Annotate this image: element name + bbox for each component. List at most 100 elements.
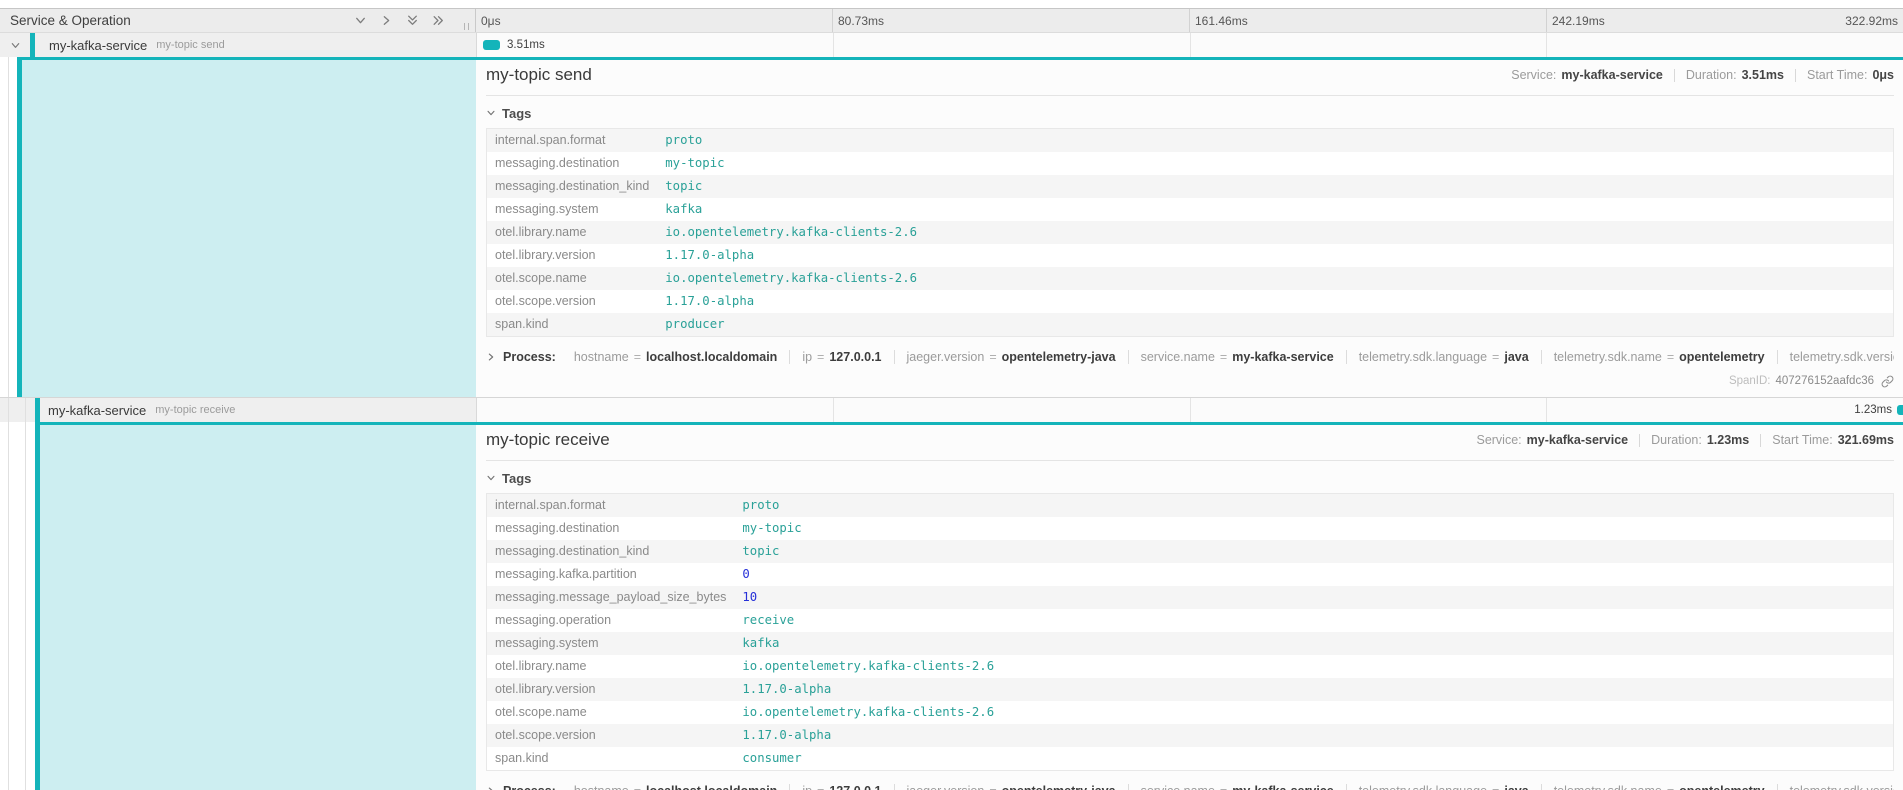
process-kv: service.name=my-kafka-service (1128, 784, 1346, 790)
start-time-label: Start Time: (1807, 68, 1867, 82)
span-timeline-cell[interactable]: 1.23ms (476, 398, 1903, 422)
equals-sign: = (1220, 784, 1227, 790)
deep-link-button[interactable] (1881, 375, 1894, 388)
tag-value: my-topic (734, 517, 1893, 540)
tag-key: messaging.destination (487, 517, 735, 540)
detail-title: my-topic send (486, 63, 592, 87)
tags-section-toggle[interactable]: Tags (486, 469, 531, 487)
span-underline (35, 422, 1903, 425)
service-name: my-kafka-service (48, 403, 146, 418)
equals-sign: = (634, 350, 641, 364)
service-value: my-kafka-service (1561, 68, 1662, 82)
start-time-value: 0μs (1872, 68, 1894, 82)
chevron-right-icon (486, 786, 496, 790)
collapse-all-button[interactable] (406, 14, 419, 27)
tag-key: messaging.kafka.partition (487, 563, 735, 586)
service-operation-header: Service & Operation (0, 9, 476, 32)
process-section-toggle[interactable]: Process: hostname=localhost.localdomain … (486, 349, 1894, 365)
detail-title: my-topic receive (486, 428, 610, 452)
operation-name: my-topic receive (155, 404, 235, 416)
column-resizer-handle[interactable] (464, 23, 469, 30)
start-time-label: Start Time: (1772, 433, 1832, 447)
process-value: my-kafka-service (1232, 350, 1333, 364)
process-key: service.name (1141, 784, 1215, 790)
span-bar[interactable] (1897, 405, 1903, 415)
process-key: ip (802, 784, 812, 790)
expand-all-button[interactable] (432, 14, 445, 27)
process-section-toggle[interactable]: Process: hostname=localhost.localdomain … (486, 783, 1894, 790)
process-value: 127.0.0.1 (829, 784, 881, 790)
tick-label: 80.73ms (832, 9, 1189, 32)
chevron-down-icon (486, 108, 496, 118)
span-name-cell[interactable]: my-kafka-service my-topic receive (0, 398, 476, 422)
detail-header: my-topic send Service: my-kafka-service … (486, 63, 1894, 96)
tag-row: internal.span.format proto (487, 129, 1894, 153)
tag-row: otel.library.version 1.17.0-alpha (487, 678, 1894, 701)
process-value: opentelemetry-java (1002, 784, 1116, 790)
indent-guide (17, 398, 35, 422)
tag-key: otel.library.name (487, 655, 735, 678)
tag-value: 1.17.0-alpha (657, 290, 1893, 313)
tag-row: messaging.destination_kind topic (487, 540, 1894, 563)
tags-table: internal.span.format proto messaging.des… (486, 493, 1894, 771)
tags-section-label: Tags (502, 471, 531, 486)
tag-row: messaging.system kafka (487, 632, 1894, 655)
process-key: hostname (574, 784, 629, 790)
process-key: ip (802, 350, 812, 364)
span-bar[interactable] (483, 40, 500, 50)
span-row-send[interactable]: my-kafka-service my-topic send 3.51ms (0, 33, 1903, 57)
detail-header: my-topic receive Service: my-kafka-servi… (486, 428, 1894, 461)
expand-one-button[interactable] (380, 14, 393, 27)
tag-value: topic (657, 175, 1893, 198)
tag-value: io.opentelemetry.kafka-clients-2.6 (734, 655, 1893, 678)
span-name-cell[interactable]: my-kafka-service my-topic send (0, 33, 476, 57)
process-kv: telemetry.sdk.name=opentelemetry (1541, 350, 1777, 364)
tick-label: 0μs (476, 9, 832, 32)
tags-section-label: Tags (502, 106, 531, 121)
tag-value: proto (734, 494, 1893, 518)
span-id-row: SpanID: 407276152aafdc36 (486, 373, 1894, 389)
tag-key: internal.span.format (487, 129, 658, 153)
operation-name: my-topic send (156, 39, 224, 51)
span-color-filler (40, 422, 476, 790)
span-row-receive[interactable]: my-kafka-service my-topic receive 1.23ms (0, 398, 1903, 422)
chevron-right-icon (486, 352, 496, 362)
equals-sign: = (634, 784, 641, 790)
process-label: Process: (503, 350, 556, 364)
equals-sign: = (1667, 350, 1674, 364)
span-detail-panel: my-topic send Service: my-kafka-service … (476, 57, 1903, 397)
tag-row: messaging.destination_kind topic (487, 175, 1894, 198)
collapse-children-toggle[interactable] (0, 33, 30, 57)
span-id-value: 407276152aafdc36 (1776, 375, 1875, 387)
tag-value: kafka (734, 632, 1893, 655)
indent-guide (17, 422, 35, 790)
tags-table: internal.span.format proto messaging.des… (486, 128, 1894, 337)
divider (1760, 434, 1761, 447)
tag-row: messaging.system kafka (487, 198, 1894, 221)
indent-guide (0, 57, 17, 397)
span-timeline-cell[interactable]: 3.51ms (476, 33, 1903, 57)
service-label: Service: (1511, 68, 1556, 82)
tag-key: otel.library.version (487, 244, 658, 267)
timeline-ticks-header: 0μs 80.73ms 161.46ms 242.19ms 322.92ms (476, 9, 1903, 32)
process-key: telemetry.sdk.version (1790, 350, 1894, 364)
tags-section-toggle[interactable]: Tags (486, 104, 531, 122)
tag-key: messaging.operation (487, 609, 735, 632)
duration-value: 3.51ms (1742, 68, 1784, 82)
tag-row: messaging.kafka.partition 0 (487, 563, 1894, 586)
duration-label: Duration: (1651, 433, 1702, 447)
process-key: service.name (1141, 350, 1215, 364)
collapse-one-button[interactable] (354, 14, 367, 27)
top-strip (0, 0, 1903, 9)
span-underline (17, 57, 1903, 60)
tag-row: otel.library.version 1.17.0-alpha (487, 244, 1894, 267)
equals-sign: = (1667, 784, 1674, 790)
equals-sign: = (989, 784, 996, 790)
span-color-accent (30, 33, 35, 57)
span-detail-panel: my-topic receive Service: my-kafka-servi… (476, 422, 1903, 790)
process-kv: telemetry.sdk.language=java (1346, 784, 1541, 790)
indent-guide (0, 422, 17, 790)
process-value: opentelemetry (1679, 784, 1764, 790)
equals-sign: = (1492, 784, 1499, 790)
equals-sign: = (1492, 350, 1499, 364)
